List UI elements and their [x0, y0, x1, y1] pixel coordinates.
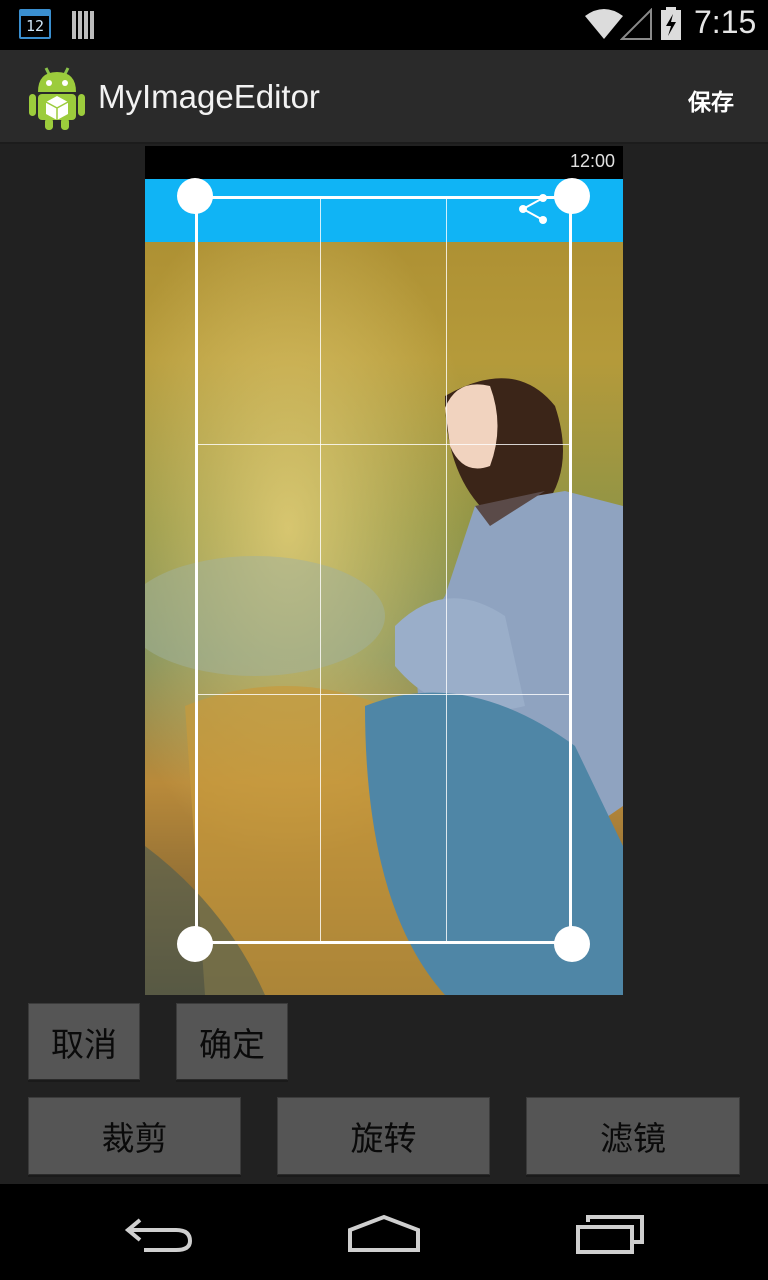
back-icon[interactable]: [124, 1216, 194, 1252]
signal-icon: [620, 8, 652, 40]
home-icon[interactable]: [346, 1214, 422, 1254]
crop-handle-bottom-right[interactable]: [554, 926, 590, 962]
rotate-button[interactable]: 旋转: [277, 1097, 490, 1175]
grid-line: [195, 444, 572, 445]
action-bar: MyImageEditor 保存: [0, 50, 768, 144]
crop-handle-bottom-left[interactable]: [177, 926, 213, 962]
recents-icon[interactable]: [574, 1214, 646, 1254]
save-button[interactable]: 保存: [688, 83, 734, 117]
calendar-icon: 12: [19, 9, 51, 39]
preview-status-bar: 12:00: [145, 146, 623, 179]
grid-line: [446, 196, 447, 944]
crop-handle-top-left[interactable]: [177, 178, 213, 214]
confirm-button[interactable]: 确定: [176, 1003, 288, 1080]
grid-line: [320, 196, 321, 944]
crop-selection[interactable]: [195, 196, 572, 944]
status-clock: 7:15: [694, 4, 757, 40]
crop-handle-top-right[interactable]: [554, 178, 590, 214]
android-app-icon: [29, 67, 85, 130]
crop-button[interactable]: 裁剪: [28, 1097, 241, 1175]
battery-icon: [661, 7, 681, 40]
crop-frame[interactable]: [195, 196, 572, 944]
app-title: MyImageEditor: [98, 78, 320, 115]
grid-line: [195, 694, 572, 695]
status-bar: 12 7:15: [0, 0, 768, 50]
storage-icon: [72, 11, 96, 39]
filter-button[interactable]: 滤镜: [526, 1097, 740, 1175]
cancel-button[interactable]: 取消: [28, 1003, 140, 1080]
preview-clock: 12:00: [569, 151, 615, 171]
wifi-icon: [585, 9, 623, 39]
navigation-bar: [0, 1184, 768, 1280]
